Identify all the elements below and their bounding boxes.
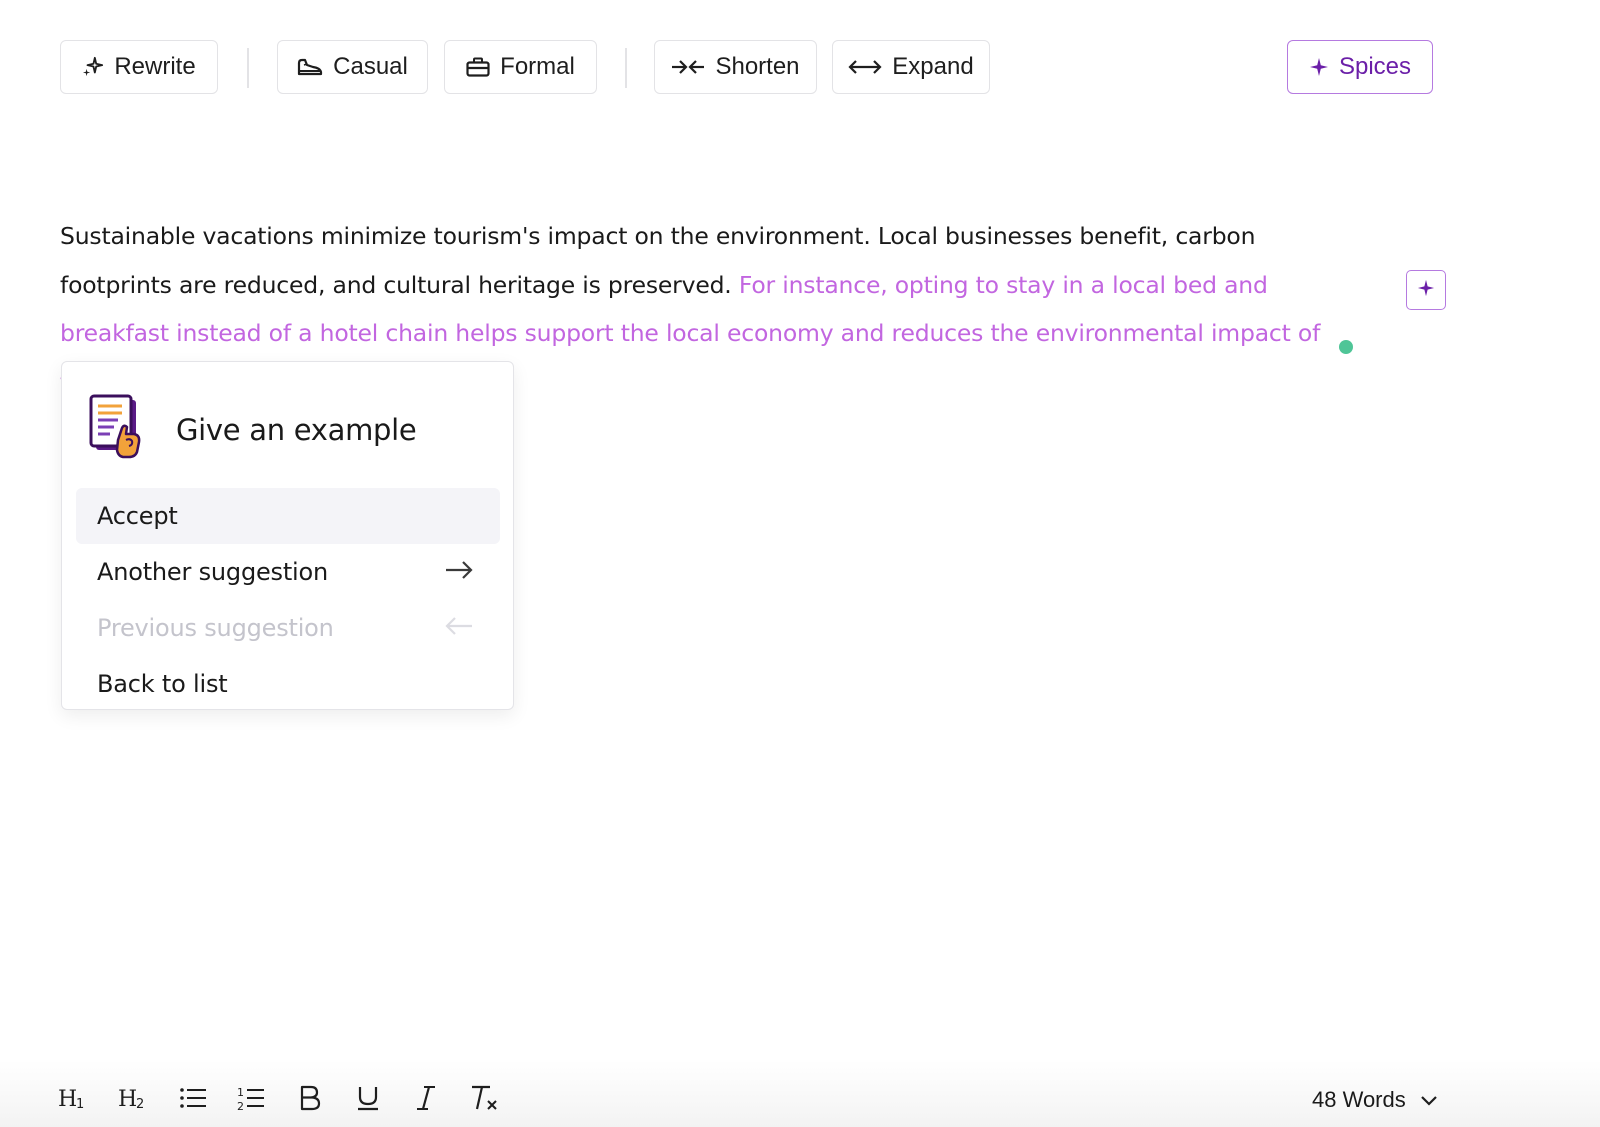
plus-sparkle-icon [1309, 57, 1329, 77]
sneaker-icon [297, 57, 323, 77]
status-indicator [1339, 340, 1353, 354]
format-toolbar: H 1 H 2 1 2 48 Words [0, 1060, 1600, 1127]
menu-item-label: Back to list [97, 670, 228, 698]
right-arrow-icon [444, 558, 474, 586]
clear-formatting-button[interactable] [465, 1080, 505, 1120]
heading-1-button[interactable]: H 1 [53, 1080, 93, 1120]
rewrite-toolbar: Rewrite Casual Formal Shorten Expand Spi… [60, 40, 1436, 96]
numbered-list-button[interactable]: 1 2 [231, 1080, 271, 1120]
heading-2-button[interactable]: H 2 [113, 1080, 153, 1120]
shorten-button[interactable]: Shorten [654, 40, 817, 94]
shorten-label: Shorten [715, 53, 800, 80]
heading-1-icon: H 1 [57, 1085, 89, 1116]
another-suggestion-menu-item[interactable]: Another suggestion [76, 544, 500, 600]
svg-text:1: 1 [76, 1097, 84, 1111]
word-count-label: 48 Words [1312, 1087, 1406, 1112]
toolbar-divider [247, 48, 249, 88]
casual-label: Casual [333, 53, 408, 80]
plus-sparkle-icon [1417, 279, 1435, 302]
spices-button[interactable]: Spices [1287, 40, 1433, 94]
suggestion-popup: Give an example Accept Another suggestio… [61, 361, 514, 710]
expand-label: Expand [892, 53, 974, 80]
menu-item-label: Accept [97, 502, 178, 530]
suggestion-menu: Accept Another suggestion Previous sugge… [76, 488, 500, 712]
sparkle-icon [82, 56, 104, 78]
italic-button[interactable] [406, 1080, 446, 1120]
svg-text:1: 1 [237, 1086, 244, 1099]
underline-button[interactable] [348, 1080, 388, 1120]
editor-page: Rewrite Casual Formal Shorten Expand Spi… [0, 0, 1600, 1127]
document-pointing-hand-icon [88, 394, 150, 465]
popup-title: Give an example [176, 412, 417, 447]
numbered-list-icon: 1 2 [237, 1085, 265, 1116]
svg-text:H: H [118, 1087, 137, 1111]
formal-button[interactable]: Formal [444, 40, 597, 94]
compress-arrows-icon [671, 57, 705, 77]
bold-icon [299, 1085, 321, 1116]
bold-button[interactable] [290, 1080, 330, 1120]
accept-menu-item[interactable]: Accept [76, 488, 500, 544]
spices-label: Spices [1338, 53, 1412, 80]
briefcase-icon [466, 57, 490, 77]
rewrite-button[interactable]: Rewrite [60, 40, 218, 94]
casual-button[interactable]: Casual [277, 40, 428, 94]
menu-item-label: Another suggestion [97, 558, 329, 586]
toolbar-divider [625, 48, 627, 88]
chevron-down-icon [1420, 1087, 1438, 1113]
heading-2-icon: H 2 [117, 1085, 149, 1116]
svg-text:2: 2 [237, 1100, 244, 1111]
popup-header: Give an example [88, 394, 417, 465]
expand-button[interactable]: Expand [832, 40, 990, 94]
clear-formatting-icon [470, 1085, 500, 1116]
add-spice-button[interactable] [1406, 270, 1446, 310]
svg-text:H: H [58, 1087, 77, 1111]
rewrite-label: Rewrite [114, 53, 196, 80]
expand-arrows-icon [848, 57, 882, 77]
underline-icon [356, 1085, 380, 1116]
bullet-list-icon [179, 1086, 207, 1115]
italic-icon [415, 1085, 437, 1116]
formal-label: Formal [500, 53, 575, 80]
word-count-dropdown[interactable]: 48 Words [1312, 1080, 1438, 1120]
menu-item-label: Previous suggestion [97, 614, 334, 642]
back-to-list-menu-item[interactable]: Back to list [76, 656, 500, 712]
bullet-list-button[interactable] [173, 1080, 213, 1120]
previous-suggestion-menu-item: Previous suggestion [76, 600, 500, 656]
left-arrow-icon [444, 614, 474, 642]
svg-text:2: 2 [136, 1097, 144, 1111]
